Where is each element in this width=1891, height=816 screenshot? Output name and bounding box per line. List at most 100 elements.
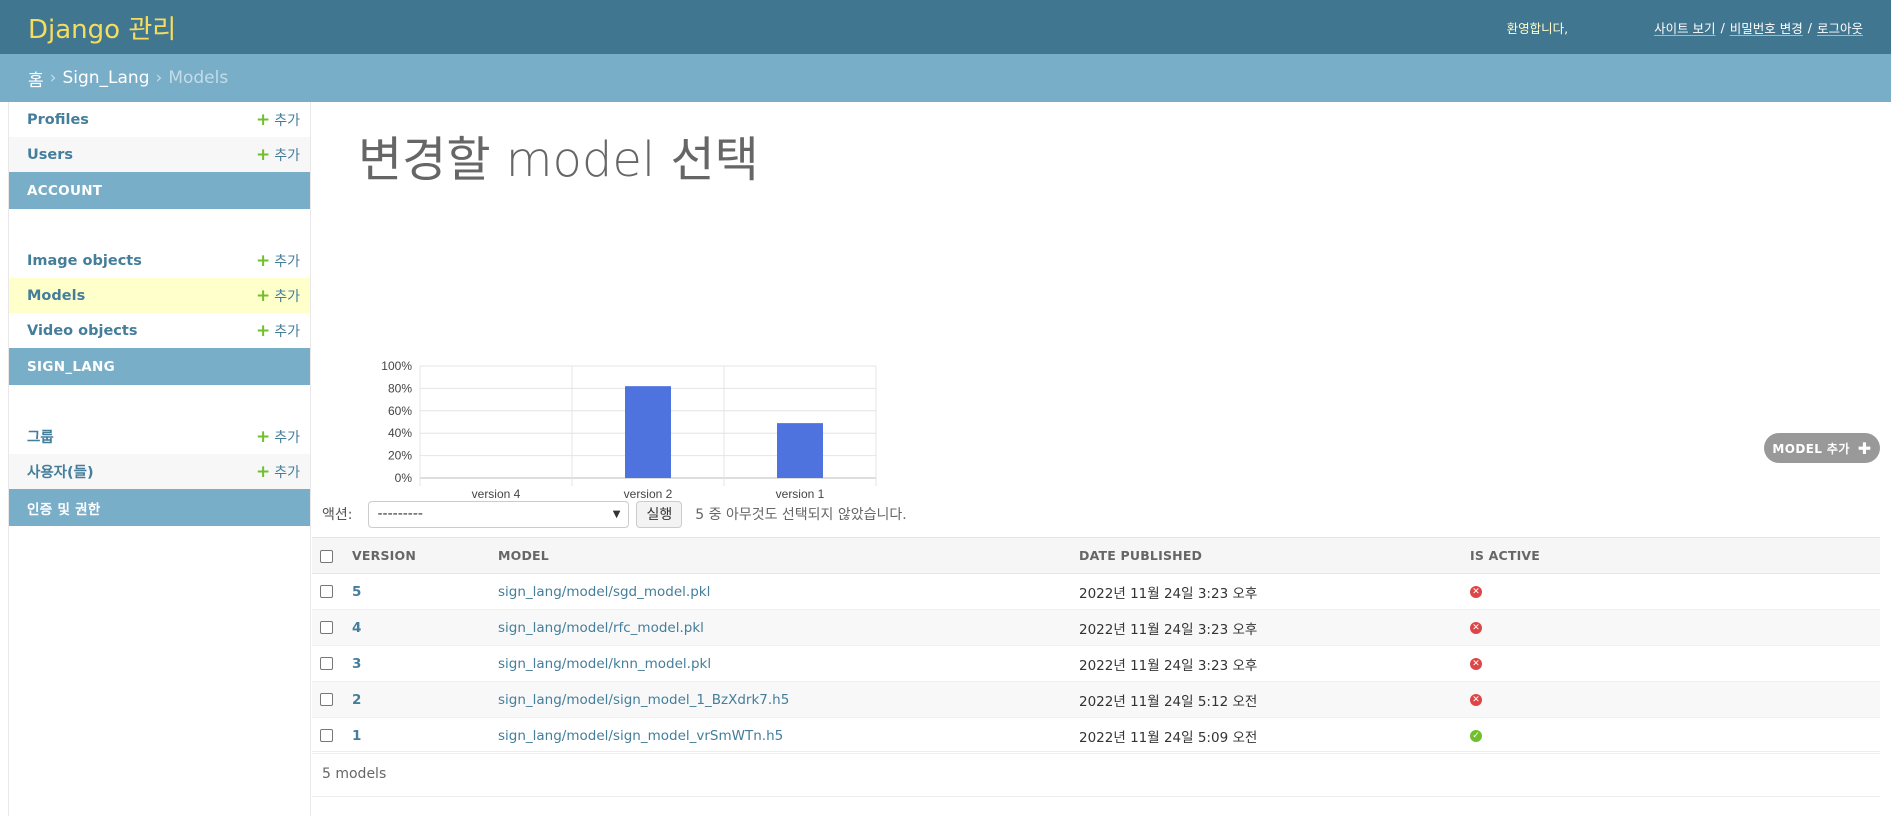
is-active-cell: ✕ [1460, 610, 1880, 646]
date-cell: 2022년 11월 24일 3:23 오후 [1079, 621, 1258, 638]
sidebar-item-models: Models + 추가 [9, 278, 310, 313]
add-label: 추가 [274, 253, 300, 270]
sidebar-item-auth-users: 사용자(들) + 추가 [9, 454, 310, 489]
column-header-is-active[interactable]: IS ACTIVE [1460, 538, 1880, 574]
row-select-cell [312, 574, 342, 610]
add-user-button[interactable]: + 추가 [256, 145, 300, 165]
date-cell: 2022년 11월 24일 3:23 오후 [1079, 585, 1258, 602]
table-row: 1 sign_lang/model/sign_model_vrSmWTn.h5 20… [312, 718, 1880, 754]
version-chart: 0% 20% 40% 60% 80% 100% version 4 version 2 vers… [356, 250, 886, 520]
row-select-cell [312, 610, 342, 646]
row-checkbox[interactable] [320, 693, 333, 706]
add-video-object-button[interactable]: + 추가 [256, 321, 300, 341]
add-label: 추가 [274, 464, 300, 481]
sidebar-nav: Profiles + 추가 Users + 추가 ACCOUNT Image obj… [8, 102, 311, 816]
date-cell: 2022년 11월 24일 5:12 오전 [1079, 693, 1258, 710]
add-model-button[interactable]: MODEL 추가 ✚ [1764, 433, 1880, 463]
go-button[interactable]: 실행 [636, 500, 683, 528]
logout-link[interactable]: 로그아웃 [1817, 18, 1863, 37]
version-link[interactable]: 1 [352, 728, 361, 744]
table-row: 3 sign_lang/model/knn_model.pkl 2022년 11월 … [312, 646, 1880, 682]
sidebar-model-link[interactable]: Profiles [27, 112, 89, 128]
table-row: 5 sign_lang/model/sgd_model.pkl 2022년 11월 … [312, 574, 1880, 610]
model-file-link[interactable]: sign_lang/model/sign_model_vrSmWTn.h5 [498, 728, 783, 744]
model-file-link[interactable]: sign_lang/model/knn_model.pkl [498, 656, 711, 672]
model-cell: sign_lang/model/rfc_model.pkl [488, 610, 1069, 646]
version-link[interactable]: 2 [352, 692, 361, 708]
chart-bar [777, 423, 823, 478]
column-header-model[interactable]: MODEL [488, 538, 1069, 574]
view-site-link[interactable]: 사이트 보기 [1654, 18, 1715, 37]
plus-icon: + [255, 461, 271, 482]
page-title: 변경할 model 선택 [358, 132, 759, 188]
breadcrumb-home[interactable]: 홈 [28, 66, 44, 91]
model-file-link[interactable]: sign_lang/model/sign_model_1_BzXdrk7.h5 [498, 692, 789, 708]
site-branding[interactable]: Django 관리 [28, 9, 1507, 46]
action-select[interactable]: --------- ▼ [368, 500, 630, 528]
row-checkbox[interactable] [320, 729, 333, 742]
version-cell: 4 [342, 610, 488, 646]
row-checkbox[interactable] [320, 585, 333, 598]
row-checkbox[interactable] [320, 657, 333, 670]
select-all-checkbox[interactable] [320, 550, 333, 563]
sidebar-model-link[interactable]: 그룹 [27, 426, 54, 447]
add-model-sidebar-button[interactable]: + 추가 [256, 286, 300, 306]
sidebar-model-link[interactable]: Image objects [27, 253, 142, 269]
breadcrumb-separator: › [155, 68, 163, 88]
plus-icon: + [255, 109, 271, 130]
action-selected-option: --------- [377, 506, 423, 522]
sidebar-app-caption-auth[interactable]: 인증 및 권한 [9, 489, 310, 526]
welcome-text: 환영합니다, [1506, 20, 1569, 36]
add-image-object-button[interactable]: + 추가 [256, 251, 300, 271]
breadcrumb-app[interactable]: Sign_Lang [62, 68, 149, 88]
plus-icon: ✚ [1857, 438, 1872, 458]
column-header-version[interactable]: VERSION [342, 538, 488, 574]
x-circle-icon: ✕ [1470, 585, 1482, 598]
separator: / [1720, 19, 1725, 35]
check-circle-icon: ✓ [1470, 729, 1482, 742]
model-file-link[interactable]: sign_lang/model/sgd_model.pkl [498, 584, 710, 600]
version-cell: 1 [342, 718, 488, 754]
sidebar-app-caption-sign-lang[interactable]: SIGN_LANG [9, 348, 310, 385]
plus-icon: + [255, 144, 271, 165]
row-checkbox[interactable] [320, 621, 333, 634]
plus-icon: + [255, 250, 271, 271]
version-link[interactable]: 3 [352, 656, 361, 672]
add-label: 추가 [274, 429, 300, 446]
actions-bar: 액션: --------- ▼ 실행 5 중 아무것도 선택되지 않았습니다. [312, 494, 907, 534]
sidebar-model-link[interactable]: Users [27, 147, 73, 163]
y-tick-label: 0% [395, 471, 413, 485]
version-link[interactable]: 4 [352, 620, 361, 636]
y-tick-label: 100% [381, 359, 412, 373]
column-header-date-published[interactable]: DATE PUBLISHED [1069, 538, 1460, 574]
add-profile-button[interactable]: + 추가 [256, 110, 300, 130]
x-circle-icon: ✕ [1470, 621, 1482, 634]
model-file-link[interactable]: sign_lang/model/rfc_model.pkl [498, 620, 704, 636]
sidebar-item-groups: 그룹 + 추가 [9, 419, 310, 454]
sidebar-model-link[interactable]: Video objects [27, 323, 137, 339]
version-link[interactable]: 5 [352, 584, 361, 600]
action-counter: 5 중 아무것도 선택되지 않았습니다. [695, 507, 907, 523]
separator: / [1807, 19, 1812, 35]
add-group-button[interactable]: + 추가 [256, 427, 300, 447]
table-header-row: VERSION MODEL DATE PUBLISHED IS ACTIVE [312, 537, 1880, 574]
version-cell: 2 [342, 682, 488, 718]
sidebar-model-link[interactable]: Models [27, 288, 85, 304]
change-password-link[interactable]: 비밀번호 변경 [1730, 18, 1803, 37]
chart-svg: 0%20%40%60%80%100%version 4 version 2 vers… [381, 359, 877, 501]
sidebar-item-video-objects: Video objects + 추가 [9, 313, 310, 348]
result-table: VERSION MODEL DATE PUBLISHED IS ACTIVE 5… [312, 537, 1880, 754]
row-select-cell [312, 646, 342, 682]
x-circle-icon: ✕ [1470, 693, 1482, 706]
sidebar-app-caption-account[interactable]: ACCOUNT [9, 172, 310, 209]
actions-label: 액션: [322, 507, 353, 523]
add-label: 추가 [274, 112, 300, 129]
model-cell: sign_lang/model/sgd_model.pkl [488, 574, 1069, 610]
table-row: 4 sign_lang/model/rfc_model.pkl 2022년 11월 … [312, 609, 1880, 646]
add-auth-user-button[interactable]: + 추가 [256, 462, 300, 482]
select-all-header [312, 538, 342, 574]
chevron-down-icon: ▼ [612, 508, 621, 520]
sidebar-model-link[interactable]: 사용자(들) [27, 461, 94, 482]
y-tick-label: 20% [388, 449, 412, 463]
add-label: 추가 [274, 323, 300, 340]
